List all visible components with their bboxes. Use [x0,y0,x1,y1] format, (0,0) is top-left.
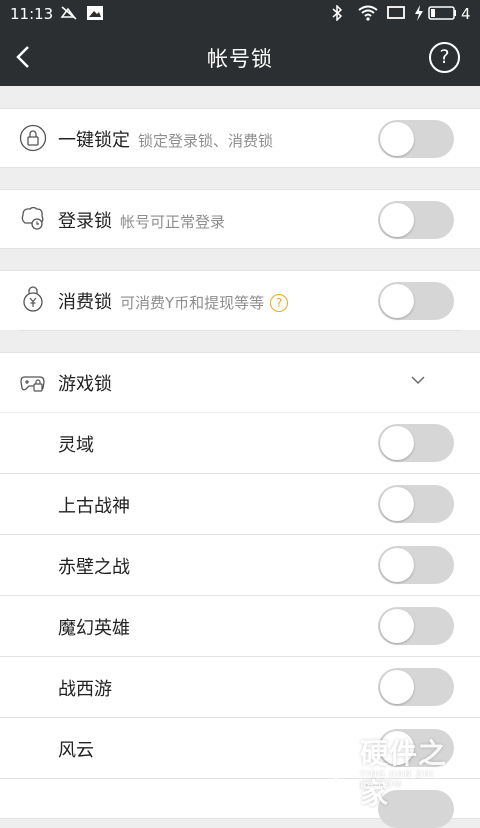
game-row: 战西游 [0,657,480,718]
toggle-knob [380,670,414,704]
toggle-knob [380,203,414,237]
game-row: 魔幻英雄 [0,596,480,657]
toggle-knob [380,122,414,156]
login-lock-toggle[interactable] [378,201,454,239]
game-lock-label: 游戏锁 [58,374,112,395]
divider [20,330,460,331]
toggle-knob [380,284,414,318]
mute-icon [60,5,78,25]
padlock-circle-icon [19,124,47,152]
login-lock-icon [21,206,44,230]
game-name: 风云 [58,740,94,761]
game-row: 上古战神 [0,474,480,535]
game-name: 灵域 [58,435,94,456]
game-name: 上古战神 [58,496,130,517]
game-row: 灵域 [0,413,480,474]
login-lock-desc: 帐号可正常登录 [120,213,226,231]
game-lock-toggle[interactable] [378,607,454,645]
watermark-subtext: YING JIAN ZHI JIA.COM [360,770,435,790]
toggle-knob [380,487,414,521]
bluetooth-icon [331,4,343,25]
game-lock-toggle[interactable] [378,668,454,706]
row-pay-lock: 消费锁 可消费Y币和提现等等? [0,270,480,330]
image-notification-icon [86,5,104,25]
site-watermark: 硬件之家 YING JIAN ZHI JIA.COM [316,730,466,810]
game-lock-toggle[interactable] [378,546,454,584]
title-bar: 帐号锁 ? [0,28,480,86]
toggle-knob [380,548,414,582]
page-title: 帐号锁 [207,47,273,71]
game-name: 战西游 [58,679,112,700]
screen-icon [387,5,405,25]
one-key-lock-desc: 锁定登录锁、消费锁 [138,132,274,150]
question-hint-icon[interactable]: ? [270,294,289,312]
status-bar: 11:13 4 [0,0,480,28]
one-key-lock-toggle[interactable] [378,120,454,158]
toggle-knob [380,426,414,460]
pay-lock-desc: 可消费Y币和提现等等 [120,294,265,312]
row-one-key-lock: 一键锁定 锁定登录锁、消费锁 [0,108,480,168]
one-key-lock-label: 一键锁定 [58,130,130,151]
battery-icon [428,5,458,25]
game-name: 魔幻英雄 [58,618,130,639]
wifi-icon [358,5,378,25]
battery-level: 4 [461,5,471,23]
game-lock-toggle[interactable] [378,485,454,523]
game-lock-toggle[interactable] [378,424,454,462]
coin-lock-icon [23,286,43,312]
game-row: 赤壁之战 [0,535,480,596]
pay-lock-label: 消费锁 [58,292,112,313]
charging-icon [414,5,424,25]
row-game-lock[interactable]: 游戏锁 [0,352,480,412]
login-lock-label: 登录锁 [58,211,112,232]
row-login-lock: 登录锁 帐号可正常登录 [0,189,480,249]
game-name: 赤壁之战 [58,557,130,578]
watermark-logo-icon [316,734,356,780]
chevron-down-icon[interactable] [410,372,426,388]
gamepad-lock-icon [20,376,45,392]
status-time: 11:13 [10,5,54,23]
toggle-knob [380,609,414,643]
pay-lock-toggle[interactable] [378,282,454,320]
help-button[interactable]: ? [429,42,460,73]
